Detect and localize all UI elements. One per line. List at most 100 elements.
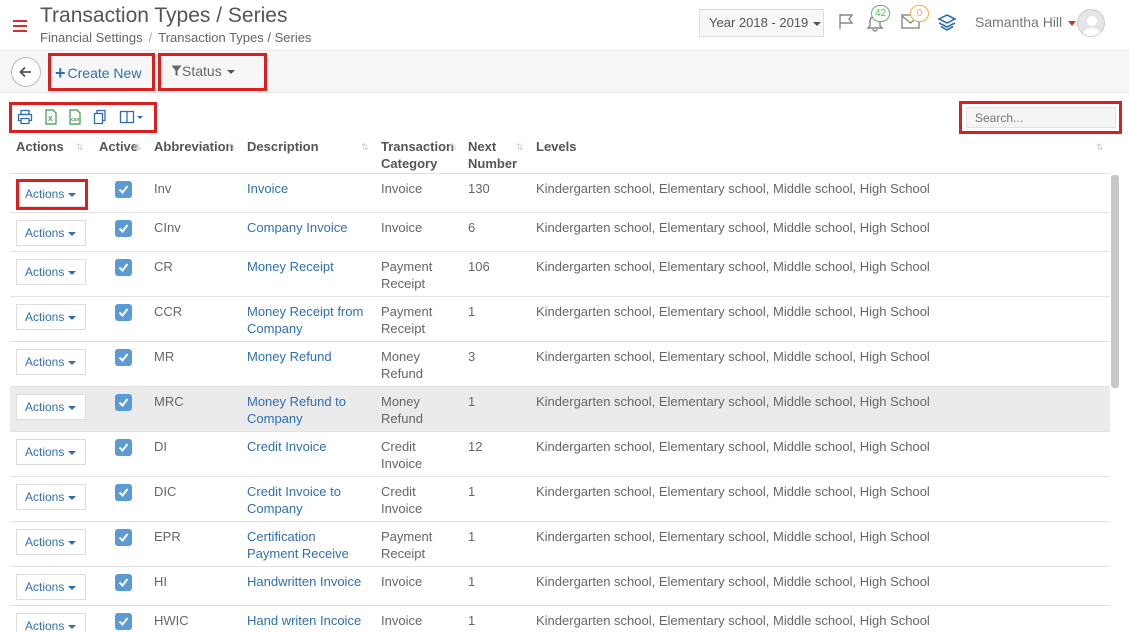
back-button[interactable] — [11, 57, 41, 87]
sort-icon[interactable]: ⇅ — [361, 142, 368, 153]
category-line: Receipt — [381, 321, 426, 336]
sort-icon[interactable]: ⇅ — [1096, 142, 1103, 153]
layers-icon[interactable] — [937, 12, 957, 35]
category-line: Money — [381, 349, 421, 364]
row-actions-button[interactable]: Actions — [16, 349, 86, 375]
avatar[interactable] — [1077, 9, 1105, 37]
abbreviation-cell: DIC — [154, 484, 177, 499]
svg-text:X: X — [48, 116, 53, 123]
active-checkbox[interactable] — [115, 529, 132, 546]
description-link[interactable]: Company Invoice — [247, 219, 347, 236]
description-link[interactable]: Money Receipt from Company — [247, 303, 363, 337]
description-link[interactable]: Money Receipt — [247, 258, 334, 275]
sort-icon[interactable]: ⇅ — [449, 142, 456, 153]
row-actions-button[interactable]: Actions — [16, 439, 86, 465]
active-checkbox[interactable] — [115, 394, 132, 411]
description-link[interactable]: Hand writen Incoice — [247, 612, 361, 629]
row-actions-button[interactable]: Actions — [16, 613, 86, 632]
table-row: Actions CR Money Receipt Payment Receipt 106 K… — [10, 251, 1110, 296]
col-header-category-line1: Transaction — [381, 139, 454, 154]
description-link[interactable]: Handwritten Invoice — [247, 573, 361, 590]
description-link[interactable]: Money Refund — [247, 348, 332, 365]
back-arrow-icon — [19, 66, 31, 78]
chevron-down-icon — [68, 360, 77, 365]
description-link[interactable]: Certification Payment Receive — [247, 528, 349, 562]
user-menu[interactable]: Samantha Hill — [975, 14, 1077, 30]
description-link[interactable]: Credit Invoice — [247, 438, 326, 455]
chevron-down-icon — [226, 70, 235, 75]
row-actions-button[interactable]: Actions — [16, 259, 86, 285]
description-line: Hand writen Incoice — [247, 613, 362, 628]
row-actions-button[interactable]: Actions — [16, 484, 86, 510]
active-checkbox[interactable] — [115, 439, 132, 456]
sort-icon[interactable]: ⇅ — [516, 142, 523, 153]
hamburger-icon[interactable] — [13, 20, 27, 32]
category-line: Receipt — [381, 276, 426, 291]
col-header-description[interactable]: Description — [247, 138, 319, 155]
row-actions-button[interactable]: Actions — [16, 181, 86, 207]
levels-cell: Kindergarten school, Elementary school, … — [536, 439, 930, 454]
excel-icon[interactable]: X — [43, 109, 59, 125]
col-header-active[interactable]: Active — [99, 138, 138, 155]
columns-icon[interactable] — [119, 109, 147, 125]
chevron-down-icon — [1068, 20, 1077, 26]
active-checkbox[interactable] — [115, 181, 132, 198]
copy-icon[interactable] — [92, 109, 108, 125]
chevron-down-icon — [68, 192, 77, 197]
row-actions-button[interactable]: Actions — [16, 220, 86, 246]
year-select[interactable]: Year 2018 - 2019 — [699, 9, 824, 37]
check-icon — [118, 398, 129, 408]
plus-icon: + — [55, 63, 66, 83]
category-line: Credit — [381, 439, 416, 454]
active-checkbox[interactable] — [115, 574, 132, 591]
check-icon — [118, 443, 129, 453]
row-actions-button[interactable]: Actions — [16, 304, 86, 330]
create-new-button[interactable]: + Create New — [55, 63, 141, 84]
category-line: Refund — [381, 366, 423, 381]
check-icon — [118, 353, 129, 363]
active-checkbox[interactable] — [115, 220, 132, 237]
active-checkbox[interactable] — [115, 304, 132, 321]
col-header-abbreviation[interactable]: Abbreviation — [154, 138, 233, 155]
col-header-actions[interactable]: Actions — [16, 138, 64, 155]
category-cell: Payment Receipt — [381, 528, 432, 562]
description-link[interactable]: Money Refund to Company — [247, 393, 346, 427]
breadcrumb-item[interactable]: Financial Settings — [40, 30, 143, 45]
col-header-next-number[interactable]: Next Number — [468, 138, 517, 172]
sort-icon[interactable]: ⇅ — [228, 142, 235, 153]
row-actions-button[interactable]: Actions — [16, 574, 86, 600]
sort-icon[interactable]: ⇅ — [76, 142, 83, 153]
search-input[interactable] — [966, 107, 1116, 128]
row-actions-button[interactable]: Actions — [16, 394, 86, 420]
active-checkbox[interactable] — [115, 613, 132, 630]
active-checkbox[interactable] — [115, 484, 132, 501]
csv-icon[interactable]: csv — [67, 109, 83, 125]
description-link[interactable]: Credit Invoice to Company — [247, 483, 341, 517]
description-link[interactable]: Invoice — [247, 180, 288, 197]
active-checkbox[interactable] — [115, 259, 132, 276]
category-cell: Invoice — [381, 612, 422, 629]
category-line: Invoice — [381, 181, 423, 196]
category-cell: Credit Invoice — [381, 483, 422, 517]
col-header-category[interactable]: Transaction Category — [381, 138, 454, 172]
status-filter-button[interactable]: Status — [171, 63, 235, 79]
table-row: Actions CCR Money Receipt from Company Payme… — [10, 296, 1110, 341]
create-new-label: Create New — [67, 65, 142, 81]
print-icon[interactable] — [17, 109, 33, 125]
row-actions-button[interactable]: Actions — [16, 529, 86, 555]
top-header: Transaction Types / Series Financial Set… — [0, 0, 1129, 51]
next-number-cell: 12 — [468, 439, 483, 454]
sort-icon[interactable]: ⇅ — [134, 142, 141, 153]
category-line: Invoice — [381, 456, 423, 471]
category-cell: Invoice — [381, 219, 422, 236]
scrollbar[interactable] — [1111, 175, 1119, 388]
active-checkbox[interactable] — [115, 349, 132, 366]
table-row: Actions CInv Company Invoice Invoice 6 Kinder… — [10, 212, 1110, 251]
levels-cell: Kindergarten school, Elementary school, … — [536, 574, 930, 589]
check-icon — [118, 308, 129, 318]
col-header-levels[interactable]: Levels — [536, 138, 576, 155]
row-actions-label: Actions — [25, 490, 65, 504]
chevron-down-icon — [68, 540, 77, 545]
toolbar: + Create New Status — [0, 51, 1129, 93]
flag-icon[interactable] — [837, 12, 855, 33]
